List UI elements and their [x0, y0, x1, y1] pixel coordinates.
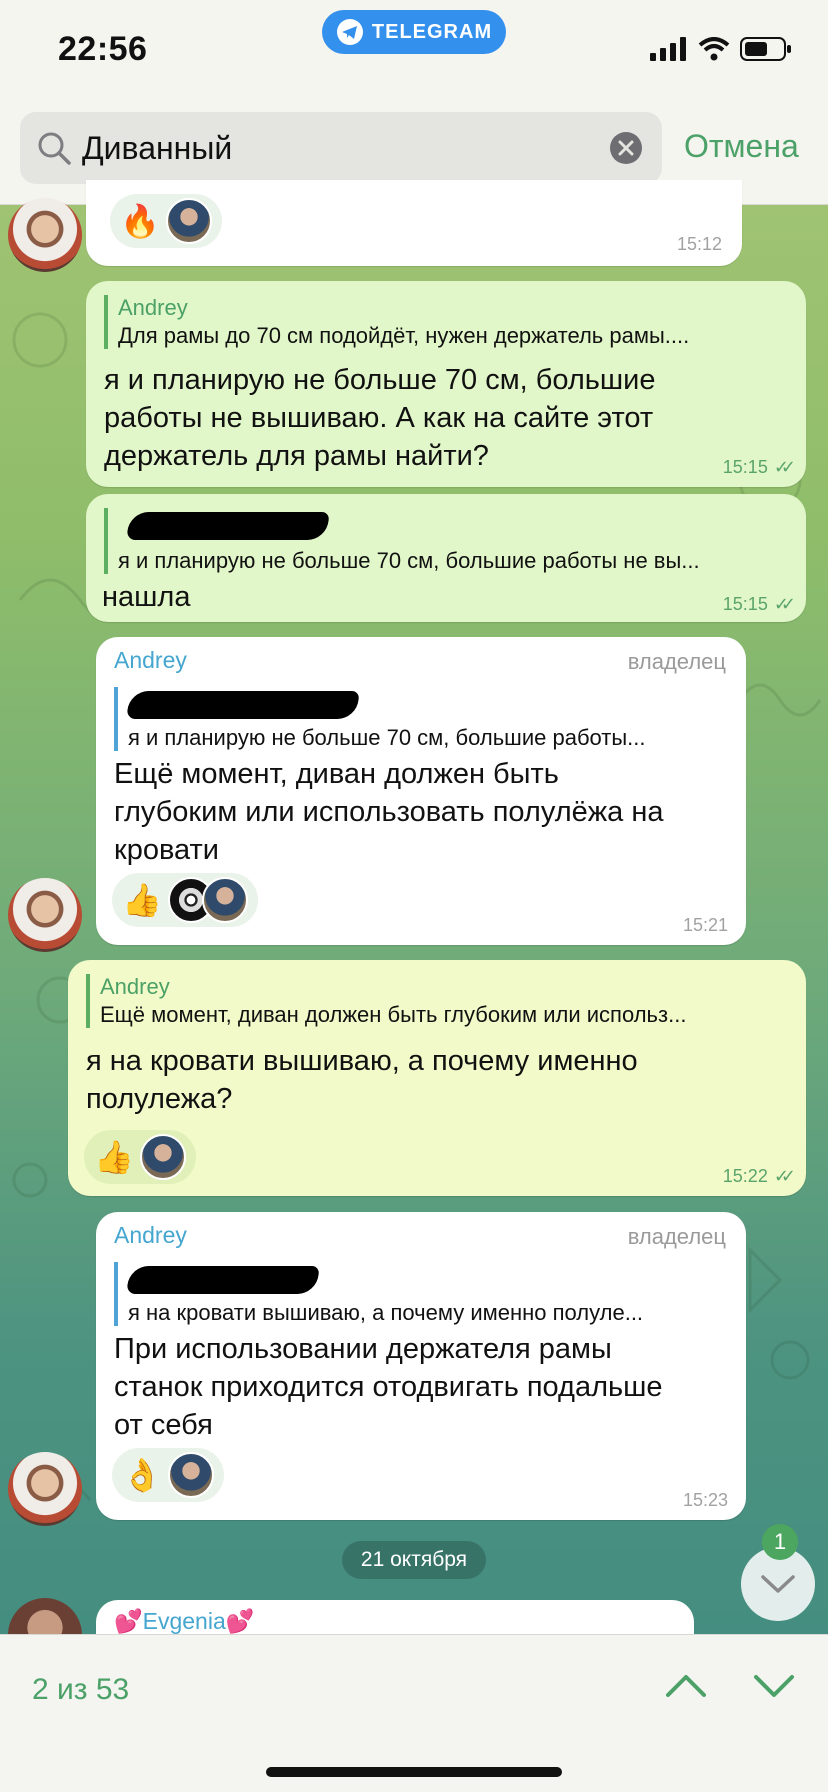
telegram-pill[interactable]: TELEGRAM: [322, 10, 506, 54]
reactor-avatar: [201, 877, 248, 923]
home-indicator[interactable]: [266, 1767, 562, 1777]
telegram-plane-icon: [336, 19, 363, 45]
message-text: При использовании держателя рамы станок …: [114, 1333, 663, 1441]
message-time: 15:21: [682, 915, 728, 935]
reply-quote[interactable]: Andrey Ещё момент, диван должен быть глу…: [86, 974, 786, 1028]
avatar[interactable]: [8, 198, 82, 272]
next-result-chevron-down-icon[interactable]: [752, 1663, 796, 1707]
search-results-bar: 2 из 53: [0, 1634, 828, 1792]
reactor-avatar: [139, 1134, 186, 1180]
reaction-chip[interactable]: 🔥: [110, 194, 222, 248]
sender-name[interactable]: 💕Evgenia💕: [114, 1608, 254, 1635]
reply-quote[interactable]: я на кровати вышиваю, а почему именно по…: [114, 1262, 724, 1326]
redacted-name: [126, 512, 330, 540]
message-time: 15:23: [682, 1490, 728, 1510]
owner-badge: владелец: [627, 649, 726, 674]
reply-snippet: Ещё момент, диван должен быть глубоким и…: [100, 1002, 687, 1027]
reply-quote[interactable]: я и планирую не больше 70 см, большие ра…: [114, 687, 724, 751]
reply-snippet: я на кровати вышиваю, а почему именно по…: [128, 1300, 644, 1325]
message-text: Ещё момент, диван должен быть глубоким и…: [114, 758, 664, 866]
chevron-down-icon: [761, 1575, 795, 1593]
reply-author: Andrey: [100, 974, 170, 999]
reply-snippet: я и планирую не больше 70 см, большие ра…: [128, 725, 646, 750]
message-text: нашла: [102, 581, 191, 613]
battery-icon: [740, 37, 791, 61]
status-time: 22:56: [58, 30, 148, 68]
message-bubble[interactable]: 🔥 15:12: [86, 180, 742, 266]
status-icons: [650, 36, 792, 62]
telegram-pill-label: TELEGRAM: [371, 20, 493, 43]
redacted-name: [126, 691, 360, 719]
message-bubble-outgoing[interactable]: я и планирую не больше 70 см, большие ра…: [86, 494, 806, 622]
message-time: 15:12: [676, 234, 722, 254]
thumbs-up-reaction-icon: 👍: [94, 1138, 134, 1176]
message-text: я на кровати вышиваю, а почему именно по…: [86, 1045, 638, 1115]
unread-badge: 1: [762, 1524, 798, 1560]
message-time: 15:22 ✓✓: [722, 1166, 796, 1186]
reactor-avatar: [165, 198, 212, 244]
sender-name[interactable]: Andrey: [114, 647, 187, 674]
search-input[interactable]: Диванный: [20, 112, 662, 184]
message-bubble-highlighted[interactable]: Andrey Ещё момент, диван должен быть глу…: [68, 960, 806, 1196]
owner-badge: владелец: [627, 1224, 726, 1249]
message-bubble[interactable]: Andrey владелец я на кровати вышиваю, а …: [96, 1212, 746, 1520]
cellular-signal-icon: [650, 37, 686, 61]
reply-quote[interactable]: Andrey Для рамы до 70 см подойдёт, нужен…: [104, 295, 784, 349]
read-ticks-icon: ✓✓: [773, 457, 796, 477]
read-ticks-icon: ✓✓: [773, 594, 796, 614]
avatar[interactable]: [8, 878, 82, 952]
search-icon: [38, 132, 71, 165]
close-icon: [618, 140, 634, 156]
read-ticks-icon: ✓✓: [773, 1166, 796, 1186]
ok-hand-reaction-icon: 👌: [122, 1456, 162, 1494]
sender-name[interactable]: Andrey: [114, 1222, 187, 1249]
reply-snippet: я и планирую не больше 70 см, большие ра…: [118, 548, 700, 573]
top-bar: 22:56 TELEGRAM Диванный Отмена: [0, 0, 828, 205]
fire-reaction-icon: 🔥: [120, 202, 160, 240]
reaction-chip[interactable]: 👍: [84, 1130, 196, 1184]
date-separator: 21 октября: [342, 1541, 486, 1579]
cancel-button[interactable]: Отмена: [684, 128, 799, 165]
message-bubble[interactable]: Andrey владелец я и планирую не больше 7…: [96, 637, 746, 945]
search-query[interactable]: Диванный: [82, 130, 232, 167]
result-counter: 2 из 53: [32, 1673, 130, 1706]
message-time: 15:15 ✓✓: [722, 594, 796, 614]
message-text: я и планирую не больше 70 см, большие ра…: [104, 364, 656, 472]
reactor-avatar: [167, 1452, 214, 1498]
avatar[interactable]: [8, 1452, 82, 1526]
previous-result-chevron-up-icon[interactable]: [664, 1663, 708, 1707]
reply-author: Andrey: [118, 295, 188, 320]
reaction-chip[interactable]: 👌: [112, 1448, 224, 1502]
message-bubble-outgoing[interactable]: Andrey Для рамы до 70 см подойдёт, нужен…: [86, 281, 806, 487]
redacted-name: [126, 1266, 320, 1294]
reply-quote[interactable]: я и планирую не больше 70 см, большие ра…: [104, 508, 784, 574]
reply-snippet: Для рамы до 70 см подойдёт, нужен держат…: [118, 323, 690, 348]
clear-search-icon[interactable]: [610, 132, 642, 164]
thumbs-up-reaction-icon: 👍: [122, 881, 162, 919]
reaction-chip[interactable]: 👍: [112, 873, 258, 927]
message-time: 15:15 ✓✓: [722, 457, 796, 477]
wifi-icon: [698, 37, 730, 61]
